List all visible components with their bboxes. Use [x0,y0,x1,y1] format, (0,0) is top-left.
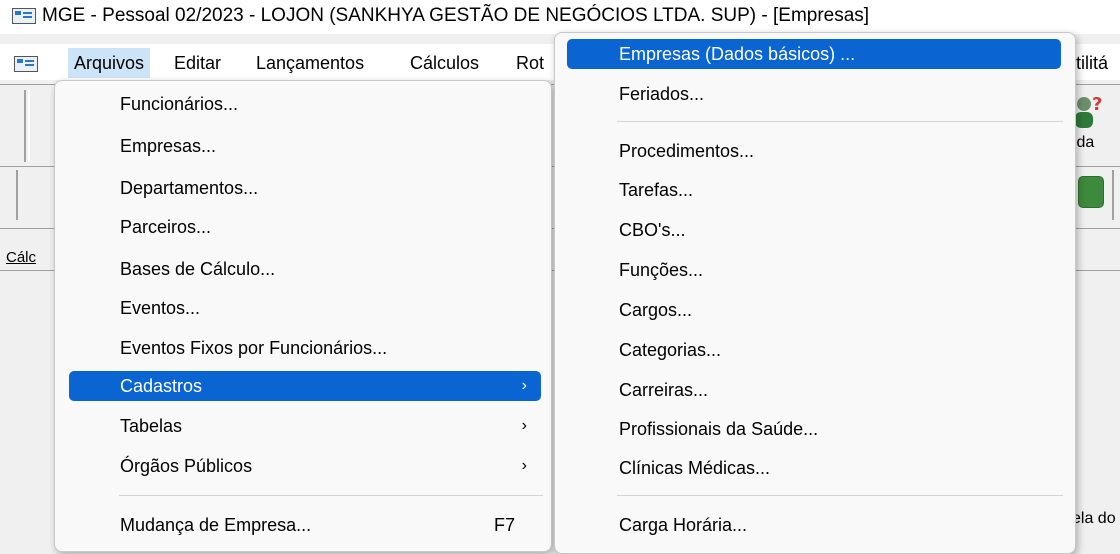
menu-item-tarefas[interactable]: Tarefas... [567,175,1061,205]
menu-item-bases-de-calculo[interactable]: Bases de Cálculo... [69,254,541,284]
chevron-right-icon: › [521,457,527,474]
menu-item-categorias[interactable]: Categorias... [567,335,1061,365]
menu-item-mudanca-de-empresa[interactable]: Mudança de Empresa... F7 [69,510,541,540]
menu-item-cbos[interactable]: CBO's... [567,215,1061,245]
menu-item-tabelas[interactable]: Tabelas › [69,411,541,441]
menu-separator [119,495,543,496]
title-bar: MGE - Pessoal 02/2023 - LOJON (SANKHYA G… [0,0,1120,34]
svg-text:?: ? [1092,94,1102,115]
shortcut-label: F7 [493,515,515,535]
arquivos-menu: Funcionários... Empresas... Departamento… [54,80,552,552]
app-icon [12,8,36,24]
toolbar-grip [24,90,26,162]
cadastros-submenu: Empresas (Dados básicos) ... Feriados...… [554,32,1076,554]
menu-item-procedimentos[interactable]: Procedimentos... [567,136,1061,166]
menu-item-empresas-dados-basicos[interactable]: Empresas (Dados básicos) ... [567,39,1061,69]
menu-arquivos[interactable]: Arquivos [68,48,151,78]
chevron-right-icon: › [521,377,527,394]
green-toolbar-icon[interactable] [1078,176,1104,208]
menu-item-feriados[interactable]: Feriados... [567,79,1061,109]
menu-item-orgaos-publicos[interactable]: Órgãos Públicos › [69,451,541,481]
menu-item-eventos-fixos[interactable]: Eventos Fixos por Funcionários... [69,333,541,363]
menu-utilitarios[interactable]: tilitá [1076,48,1108,78]
menu-lancamentos[interactable]: Lançamentos [250,48,370,78]
menu-separator [617,495,1063,496]
menu-item-departamentos[interactable]: Departamentos... [69,173,541,203]
menu-item-funcoes[interactable]: Funções... [567,255,1061,285]
help-icon[interactable]: ? [1072,92,1102,132]
toolbar-grip-right [1112,170,1114,220]
left-tab-label[interactable]: Cálc [6,249,36,266]
chevron-right-icon: › [521,417,527,434]
window-title: MGE - Pessoal 02/2023 - LOJON (SANKHYA G… [42,5,870,26]
menu-item-parceiros[interactable]: Parceiros... [69,212,541,242]
menu-item-clinicas-medicas[interactable]: Clínicas Médicas... [567,453,1061,483]
menu-item-carga-horaria[interactable]: Carga Horária... [567,510,1061,540]
menu-item-empresas[interactable]: Empresas... [69,131,541,161]
window-menu-icon[interactable] [14,56,38,72]
menu-item-eventos[interactable]: Eventos... [69,293,541,323]
menu-separator [617,121,1063,122]
menu-rotinas[interactable]: Rot [510,48,550,78]
menu-item-carreiras[interactable]: Carreiras... [567,375,1061,405]
menu-calculos[interactable]: Cálculos [404,48,485,78]
toolbar-grip-highlight [28,90,30,162]
menu-editar[interactable]: Editar [168,48,227,78]
menu-item-cadastros[interactable]: Cadastros › [69,371,541,401]
toolbar-grip-2 [16,170,18,220]
menu-item-profissionais-da-saude[interactable]: Profissionais da Saúde... [567,414,1061,444]
menu-item-funcionarios[interactable]: Funcionários... [69,89,541,119]
menu-item-cargos[interactable]: Cargos... [567,295,1061,325]
background-window-text: ela do [1072,510,1116,527]
